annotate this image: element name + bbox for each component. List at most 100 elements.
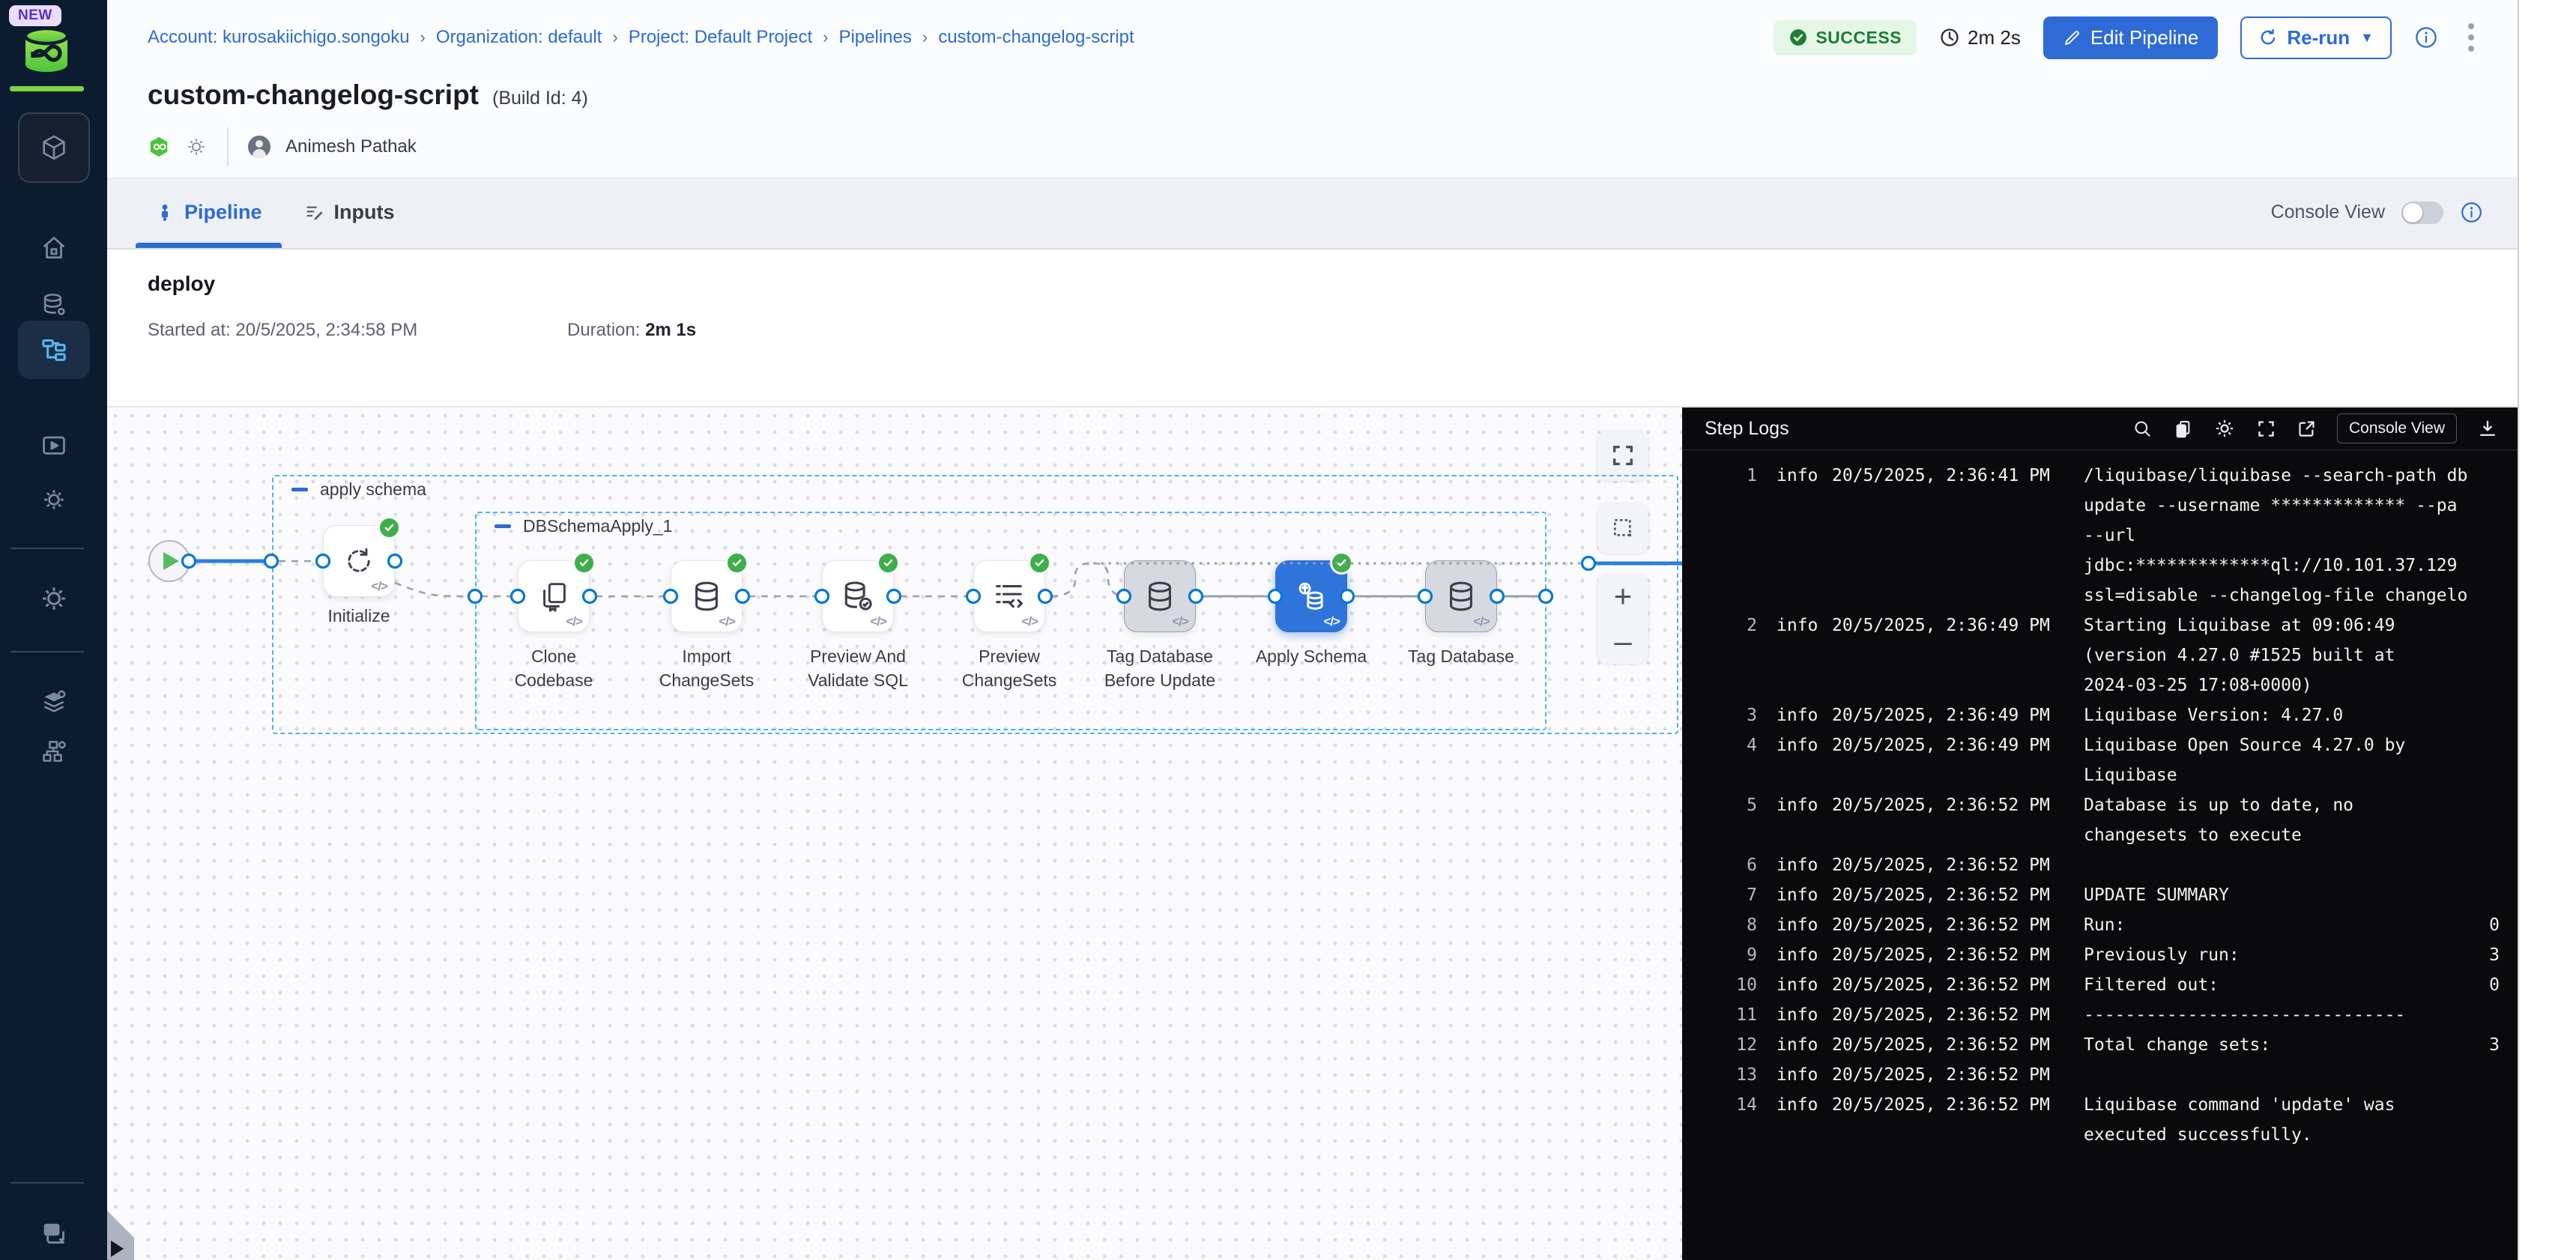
title-section: custom-changelog-script (Build Id: 4) An… [107, 75, 2518, 166]
log-message: Starting Liquibase at 09:06:49 (version … [2066, 611, 2507, 700]
step-logs-panel: Step Logs [1682, 408, 2518, 1260]
log-timestamp: 20/5/2025, 2:36:52 PM [1832, 940, 2066, 970]
collapse-group-icon[interactable] [291, 488, 308, 491]
rerun-caret-icon[interactable]: ▼ [2360, 30, 2374, 46]
log-row: 14info20/5/2025, 2:36:52 PMLiquibase com… [1697, 1090, 2507, 1150]
log-copy-icon[interactable] [2173, 419, 2193, 439]
group-label: DBSchemaApply_1 [495, 516, 672, 536]
pipeline-step-initialize[interactable]: </> [323, 525, 395, 597]
pipeline-tab-icon [155, 203, 175, 222]
log-settings-gear-icon[interactable] [2213, 417, 2236, 440]
gear-icon[interactable] [185, 136, 208, 158]
step-label: Clone Codebase [515, 644, 593, 692]
log-level: info [1777, 700, 1832, 730]
log-console-view-button[interactable]: Console View [2337, 414, 2457, 443]
sidebar-item-org-structure[interactable] [18, 722, 90, 781]
log-lines[interactable]: 1info20/5/2025, 2:36:41 PM/liquibase/liq… [1682, 450, 2518, 1260]
breadcrumb-link[interactable]: Organization: default [436, 27, 602, 48]
log-message: ------------------------------- [2066, 1000, 2507, 1030]
step-yaml-icon: </> [870, 614, 886, 629]
clock-icon [1939, 27, 1960, 48]
breadcrumb-link[interactable]: Project: Default Project [629, 27, 812, 48]
log-line-number: 5 [1697, 790, 1757, 850]
stage-duration: Duration: 2m 1s [567, 320, 696, 341]
pipeline-step-preview-and-validate-sql[interactable]: </> [822, 560, 894, 632]
log-message: Filtered out:0 [2066, 970, 2507, 1000]
log-timestamp: 20/5/2025, 2:36:41 PM [1832, 461, 2066, 611]
step-success-check-icon [378, 516, 401, 539]
log-level: info [1777, 1090, 1832, 1150]
log-timestamp: 20/5/2025, 2:36:52 PM [1832, 1060, 2066, 1090]
log-line-number: 9 [1697, 940, 1757, 970]
log-message: UPDATE SUMMARY [2066, 880, 2507, 910]
harness-db-devops-logo[interactable] [21, 27, 72, 73]
step-label: Preview And Validate SQL [808, 644, 908, 692]
help-chat-button[interactable]: ? [18, 1205, 90, 1260]
more-options-kebab[interactable] [2461, 19, 2482, 56]
pipeline-step-preview-changesets[interactable]: </> [973, 560, 1045, 632]
log-search-icon[interactable] [2132, 419, 2153, 439]
pipeline-step-clone-codebase[interactable]: </> [518, 560, 590, 632]
step-yaml-icon: </> [371, 579, 387, 594]
step-label: Apply Schema [1256, 644, 1367, 668]
avatar [248, 136, 270, 158]
step-label: Tag Database Before Update [1104, 644, 1215, 692]
pipeline-step-apply-schema[interactable]: </> [1275, 560, 1347, 632]
log-timestamp: 20/5/2025, 2:36:49 PM [1832, 700, 2066, 730]
breadcrumb-link[interactable]: Account: kurosakiichigo.songoku [148, 27, 410, 48]
log-message: Liquibase command 'update' was executed … [2066, 1090, 2507, 1150]
log-timestamp: 20/5/2025, 2:36:52 PM [1832, 790, 2066, 850]
log-message-value: 3 [2489, 1030, 2507, 1060]
log-row: 2info20/5/2025, 2:36:49 PMStarting Liqui… [1697, 611, 2507, 700]
log-open-external-icon[interactable] [2297, 419, 2317, 439]
pipeline-step-tag-database[interactable]: </> [1425, 560, 1497, 632]
sidebar-item-project-settings[interactable] [18, 569, 90, 628]
log-level: info [1777, 1030, 1832, 1060]
status-text: SUCCESS [1815, 28, 1902, 48]
pipeline-canvas[interactable]: apply schemaDBSchemaApply_1</>Initialize… [107, 408, 1682, 1260]
page-scrollbar-gutter[interactable] [2518, 0, 2576, 1260]
log-line-number: 12 [1697, 1030, 1757, 1060]
rerun-button[interactable]: Re-run ▼ [2240, 16, 2392, 59]
edit-pipeline-button[interactable]: Edit Pipeline [2043, 16, 2219, 59]
breadcrumb-separator: › [922, 28, 928, 47]
breadcrumb-link[interactable]: Pipelines [838, 27, 911, 48]
log-message: Liquibase Version: 4.27.0 [2066, 700, 2507, 730]
log-level: info [1777, 1000, 1832, 1030]
log-line-number: 8 [1697, 910, 1757, 940]
log-message: Total change sets:3 [2066, 1030, 2507, 1060]
log-fullscreen-icon[interactable] [2256, 419, 2276, 439]
log-download-icon[interactable] [2477, 418, 2498, 439]
collapse-group-icon[interactable] [495, 524, 511, 528]
log-row: 11info20/5/2025, 2:36:52 PM-------------… [1697, 1000, 2507, 1030]
log-row: 5info20/5/2025, 2:36:52 PMDatabase is up… [1697, 790, 2507, 850]
pipeline-step-import-changesets[interactable]: </> [671, 560, 743, 632]
log-row: 1info20/5/2025, 2:36:41 PM/liquibase/liq… [1697, 461, 2507, 611]
tab-pipeline[interactable]: Pipeline [134, 177, 283, 248]
sidebar-item-pipelines[interactable] [18, 321, 90, 379]
step-success-check-icon [877, 551, 900, 575]
info-icon[interactable] [2460, 201, 2483, 224]
step-yaml-icon: </> [1323, 614, 1340, 629]
sidebar-item-home[interactable] [18, 219, 90, 277]
log-level: info [1777, 940, 1832, 970]
console-view-toggle[interactable] [2401, 202, 2443, 224]
console-view-label: Console View [2271, 202, 2385, 223]
info-icon[interactable] [2414, 25, 2438, 49]
pipeline-step-tag-database-before-update[interactable]: </> [1124, 560, 1196, 632]
sidebar-item-module-cube[interactable] [18, 112, 90, 183]
sidebar-item-settings[interactable] [18, 470, 90, 529]
log-message: Database is up to date, no changesets to… [2066, 790, 2507, 850]
breadcrumb-link[interactable]: custom-changelog-script [938, 27, 1134, 48]
drawer-expand-icon[interactable] [111, 1241, 124, 1257]
module-underline [10, 86, 84, 91]
sidebar-item-executions[interactable] [18, 417, 90, 475]
step-yaml-icon: </> [566, 614, 582, 629]
log-timestamp: 20/5/2025, 2:36:52 PM [1832, 1030, 2066, 1060]
stage-name: deploy [148, 272, 2518, 296]
step-yaml-icon: </> [1473, 614, 1490, 629]
main-area: Account: kurosakiichigo.songoku › Organiza… [107, 0, 2518, 1260]
log-message [2066, 1060, 2507, 1090]
ci-module-icon [148, 136, 170, 158]
tab-inputs[interactable]: Inputs [283, 177, 416, 248]
